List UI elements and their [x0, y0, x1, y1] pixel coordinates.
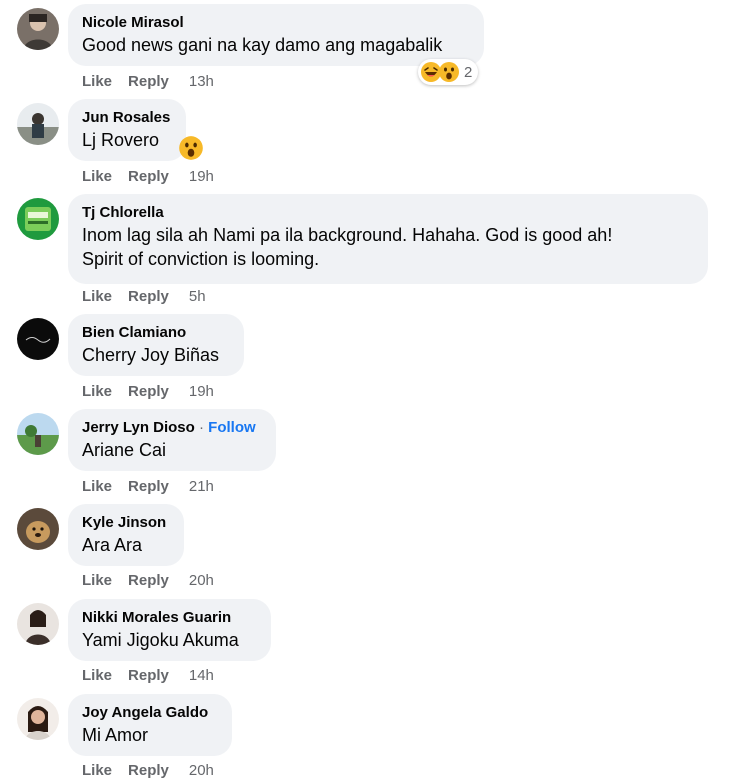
comment-timestamp[interactable]: 20h: [189, 571, 214, 591]
avatar[interactable]: [17, 103, 59, 145]
reaction-count: 2: [464, 63, 473, 81]
comment-timestamp[interactable]: 14h: [189, 666, 214, 686]
comment-actions: Like Reply 19h: [82, 382, 214, 402]
comment-text: Ariane Cai: [82, 440, 167, 460]
comment-actions: Like Reply 20h: [82, 571, 214, 591]
reaction-summary[interactable]: 2: [418, 59, 479, 85]
comment-text: Yami Jigoku Akuma: [82, 630, 239, 650]
comment-actions: Like Reply 13h: [82, 72, 214, 92]
comment-actions: Like Reply 20h: [82, 761, 214, 781]
like-button[interactable]: Like: [82, 571, 112, 591]
comment-timestamp[interactable]: 19h: [189, 382, 214, 402]
comment-timestamp[interactable]: 20h: [189, 761, 214, 781]
comment-timestamp[interactable]: 21h: [189, 477, 214, 497]
comment-author[interactable]: Nicole Mirasol: [82, 13, 470, 33]
comment-author[interactable]: Jun Rosales: [82, 108, 172, 128]
reply-button[interactable]: Reply: [128, 761, 169, 781]
comment-bubble: Nikki Morales Guarin Yami Jigoku Akuma: [68, 599, 271, 661]
comment-timestamp[interactable]: 5h: [189, 287, 206, 307]
comment-actions: Like Reply 14h: [82, 666, 214, 686]
comment-text: Cherry Joy Biñas: [82, 345, 220, 365]
avatar[interactable]: [17, 413, 59, 455]
avatar[interactable]: [17, 508, 59, 550]
comment-author[interactable]: Bien Clamiano: [82, 323, 230, 343]
reply-button[interactable]: Reply: [128, 287, 169, 307]
comment-author[interactable]: Joy Angela Galdo: [82, 703, 218, 723]
comment-author[interactable]: Kyle Jinson: [82, 513, 170, 533]
comment-bubble: Joy Angela Galdo Mi Amor: [68, 694, 232, 756]
comment-text-line: Inom lag sila ah Nami pa ila background.…: [82, 225, 613, 245]
like-button[interactable]: Like: [82, 666, 112, 686]
separator-dot: ·: [199, 419, 204, 436]
wow-reaction-icon: [438, 61, 460, 83]
avatar[interactable]: [17, 198, 59, 240]
reply-button[interactable]: Reply: [128, 477, 169, 497]
comment-bubble: Nicole Mirasol Good news gani na kay dam…: [68, 4, 484, 66]
comment-timestamp[interactable]: 13h: [189, 72, 214, 92]
reply-button[interactable]: Reply: [128, 666, 169, 686]
comment-bubble: Jerry Lyn Dioso · Follow Ariane Cai: [68, 409, 276, 471]
like-button[interactable]: Like: [82, 382, 112, 402]
reply-button[interactable]: Reply: [128, 167, 169, 187]
like-button[interactable]: Like: [82, 287, 112, 307]
comment-author-row: Jerry Lyn Dioso · Follow: [82, 418, 262, 438]
avatar[interactable]: [17, 318, 59, 360]
comment-actions: Like Reply 19h: [82, 167, 214, 187]
wow-emoji-icon: [178, 135, 204, 161]
like-button[interactable]: Like: [82, 761, 112, 781]
comment-actions: Like Reply 21h: [82, 477, 214, 497]
comment-bubble: Jun Rosales Lj Rovero: [68, 99, 186, 161]
comment-text-line: Spirit of conviction is looming.: [82, 249, 320, 269]
comment-text: Good news gani na kay damo ang magabalik: [82, 35, 443, 55]
comment-bubble: Kyle Jinson Ara Ara: [68, 504, 184, 566]
comment-text-value: Lj Rovero: [82, 130, 160, 150]
reply-button[interactable]: Reply: [128, 382, 169, 402]
follow-button[interactable]: Follow: [208, 419, 256, 436]
avatar[interactable]: [17, 8, 59, 50]
comment-author[interactable]: Jerry Lyn Dioso: [82, 419, 195, 436]
comment-timestamp[interactable]: 19h: [189, 167, 214, 187]
comment-text: Ara Ara: [82, 535, 143, 555]
comment-author[interactable]: Tj Chlorella: [82, 203, 694, 223]
like-button[interactable]: Like: [82, 167, 112, 187]
comment-bubble: Bien Clamiano Cherry Joy Biñas: [68, 314, 244, 376]
like-button[interactable]: Like: [82, 477, 112, 497]
reply-button[interactable]: Reply: [128, 72, 169, 92]
avatar[interactable]: [17, 698, 59, 740]
comment-actions: Like Reply 5h: [82, 287, 206, 307]
avatar[interactable]: [17, 603, 59, 645]
comment-text: Mi Amor: [82, 725, 149, 745]
reply-button[interactable]: Reply: [128, 571, 169, 591]
comment-author[interactable]: Nikki Morales Guarin: [82, 608, 257, 628]
comment-bubble: Tj Chlorella Inom lag sila ah Nami pa il…: [68, 194, 708, 284]
comment-text: Lj Rovero: [82, 128, 172, 152]
like-button[interactable]: Like: [82, 72, 112, 92]
